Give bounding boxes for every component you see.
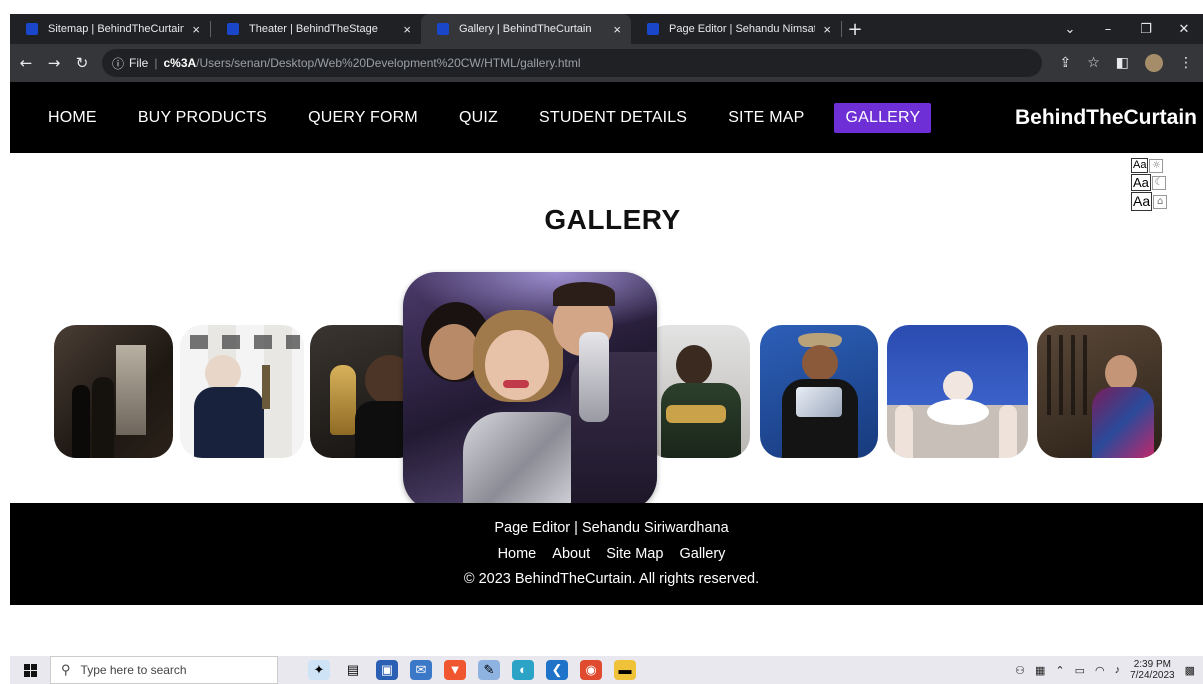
people-icon[interactable]: ⚇ (1015, 664, 1025, 677)
footer-links: Home About Site Map Gallery (10, 546, 1203, 562)
widgets-icon[interactable]: ✦ (308, 660, 330, 680)
footer-editor: Page Editor | Sehandu Siriwardhana (494, 520, 729, 536)
nav-quiz[interactable]: QUIZ (448, 103, 509, 133)
clock-date: 7/24/2023 (1130, 670, 1175, 681)
vma-photo-featured[interactable] (403, 272, 657, 511)
olivier-awards-photo[interactable] (180, 325, 304, 458)
taskbar-apps: ✦ ▤ ▣ ✉ ▼ ✎ ◐ ❮ ◉ ▬ (308, 660, 636, 680)
windows-taskbar: ⚲ Type here to search ✦ ▤ ▣ ✉ ▼ ✎ ◐ ❮ ◉ … (10, 656, 1203, 684)
notification-icon[interactable]: ▩ (1185, 664, 1195, 677)
footer-link-about[interactable]: About (552, 546, 590, 562)
chrome-browser-icon[interactable]: ◉ (580, 660, 602, 680)
back-arrow-icon[interactable]: ← (14, 54, 38, 72)
site-navbar: HOME BUY PRODUCTS QUERY FORM QUIZ STUDEN… (10, 82, 1203, 153)
browser-tab[interactable]: Sitemap | BehindTheCurtain × (10, 14, 210, 44)
cma-awards-photo[interactable] (760, 325, 878, 458)
restore-icon[interactable]: ❐ (1127, 22, 1165, 37)
wifi-icon[interactable]: ◠ (1095, 664, 1105, 677)
site-favicon-icon (647, 23, 659, 35)
url-separator: | (154, 56, 158, 70)
grammy-photo[interactable] (646, 325, 750, 458)
footer-link-gallery[interactable]: Gallery (679, 546, 725, 562)
window-controls: ⌄ – ❐ ✕ (1051, 14, 1203, 44)
site-favicon-icon (26, 23, 38, 35)
close-icon[interactable]: × (613, 22, 621, 37)
tab-search-icon[interactable]: ⌄ (1051, 22, 1089, 37)
taskbar-search-placeholder: Type here to search (80, 663, 187, 677)
font-medium-button[interactable]: Aa (1131, 174, 1151, 191)
nav-student-details[interactable]: STUDENT DETAILS (528, 103, 698, 133)
edge-browser-icon[interactable]: ◐ (512, 660, 534, 680)
info-icon[interactable]: ⓘ (112, 55, 124, 72)
moon-icon[interactable]: ☾ (1151, 175, 1166, 190)
url-path: /Users/senan/Desktop/Web%20Development%2… (196, 56, 581, 70)
site-footer: Page Editor | Sehandu Siriwardhana Home … (10, 503, 1203, 605)
vscode-icon[interactable]: ❮ (546, 660, 568, 680)
taskbar-search-box[interactable]: ⚲ Type here to search (50, 656, 278, 684)
nav-gallery[interactable]: GALLERY (834, 102, 932, 133)
minimize-icon[interactable]: – (1089, 22, 1127, 37)
sun-icon[interactable]: ☼ (1149, 158, 1164, 173)
battery-icon[interactable]: ▭ (1075, 664, 1085, 677)
pen-icon[interactable]: ✎ (478, 660, 500, 680)
url-scheme: File (129, 56, 149, 70)
url-host: c%3A (163, 56, 197, 70)
brave-browser-icon[interactable]: ▼ (444, 660, 466, 680)
address-bar[interactable]: ⓘ File | c%3A /Users/senan/Desktop/Web%2… (102, 49, 1042, 77)
browser-tab[interactable]: Page Editor | Sehandu Nimsath S × (631, 14, 841, 44)
browser-tab[interactable]: Theater | BehindTheStage × (211, 14, 421, 44)
nav-site-map[interactable]: SITE MAP (717, 103, 815, 133)
site-brand: BehindTheCurtain (1015, 105, 1197, 129)
mail-icon[interactable]: ✉ (410, 660, 432, 680)
reload-icon[interactable]: ↻ (70, 54, 94, 72)
new-tab-button[interactable]: + (842, 19, 868, 40)
browser-tab-active[interactable]: Gallery | BehindTheCurtain × (421, 14, 631, 44)
browser-tab-strip: Sitemap | BehindTheCurtain × Theater | B… (10, 14, 1203, 44)
system-tray: ⚇ ▦ ⌃ ▭ ◠ ♪ 2:39 PM 7/24/2023 ▩ (1015, 659, 1203, 681)
profile-avatar-icon[interactable] (1145, 54, 1163, 72)
site-favicon-icon (227, 23, 239, 35)
nav-buy-products[interactable]: BUY PRODUCTS (127, 103, 278, 133)
search-icon: ⚲ (61, 662, 71, 677)
windows-start-icon[interactable] (10, 663, 50, 677)
tony-awards-photo[interactable] (54, 325, 173, 458)
footer-link-site-map[interactable]: Site Map (606, 546, 663, 562)
nav-query-form[interactable]: QUERY FORM (297, 103, 429, 133)
news-icon[interactable]: ▦ (1035, 664, 1045, 677)
footer-link-home[interactable]: Home (498, 546, 537, 562)
tab-title: Page Editor | Sehandu Nimsath S (669, 23, 815, 35)
menu-kebab-icon[interactable]: ⋮ (1179, 55, 1193, 71)
tab-title: Theater | BehindTheStage (249, 23, 378, 35)
side-panel-icon[interactable]: ◧ (1116, 55, 1129, 71)
store-icon[interactable]: ▣ (376, 660, 398, 680)
prix-de-lausanne-photo[interactable] (887, 325, 1028, 458)
window-close-icon[interactable]: ✕ (1165, 22, 1203, 37)
browser-toolbar: ← → ↻ ⓘ File | c%3A /Users/senan/Desktop… (10, 44, 1203, 82)
nav-home[interactable]: HOME (37, 103, 108, 133)
task-view-icon[interactable]: ▤ (342, 660, 364, 680)
taskbar-clock[interactable]: 2:39 PM 7/24/2023 (1130, 659, 1175, 681)
share-icon[interactable]: ⇪ (1059, 55, 1071, 71)
font-small-button[interactable]: Aa (1131, 158, 1149, 173)
close-icon[interactable]: × (192, 22, 200, 37)
forward-arrow-icon[interactable]: → (42, 54, 66, 72)
file-explorer-icon[interactable]: ▬ (614, 660, 636, 680)
site-favicon-icon (437, 23, 449, 35)
close-icon[interactable]: × (403, 22, 411, 37)
sculpture-award-photo[interactable] (1037, 325, 1162, 458)
footer-copyright: © 2023 BehindTheCurtain. All rights rese… (463, 571, 760, 587)
bookmark-star-icon[interactable]: ☆ (1087, 55, 1100, 71)
page-title: GALLERY (544, 204, 681, 235)
chevron-up-icon[interactable]: ⌃ (1055, 664, 1064, 677)
tab-title: Gallery | BehindTheCurtain (459, 23, 592, 35)
toolbar-actions: ⇪ ☆ ◧ ⋮ (1059, 54, 1203, 72)
close-icon[interactable]: × (823, 22, 831, 37)
clock-time: 2:39 PM (1133, 659, 1171, 670)
volume-icon[interactable]: ♪ (1115, 664, 1121, 676)
tab-title: Sitemap | BehindTheCurtain (48, 23, 185, 35)
